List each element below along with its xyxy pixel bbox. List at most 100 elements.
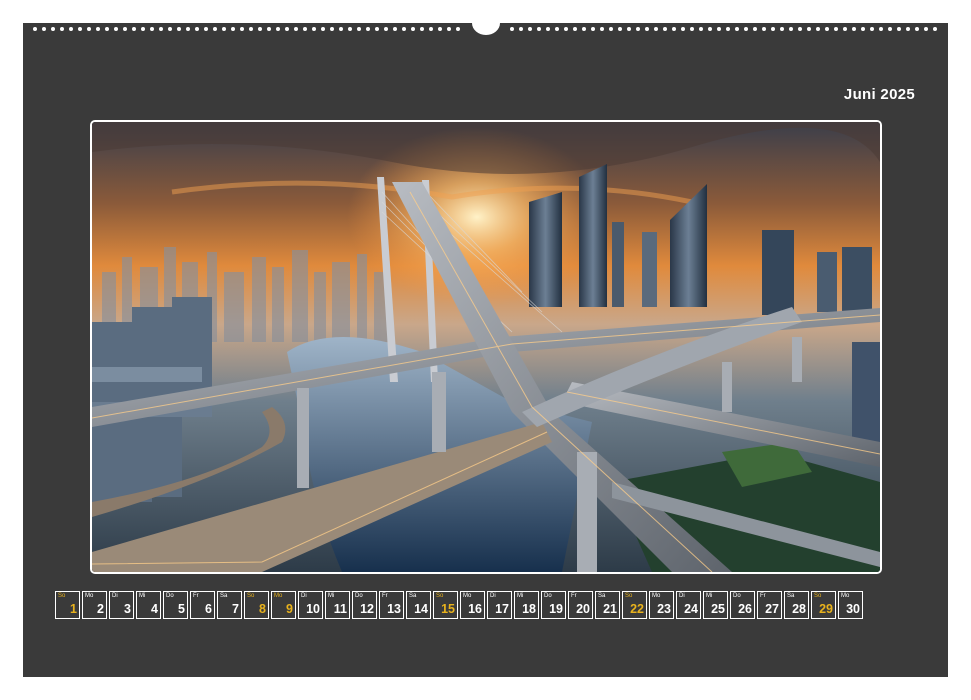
weekday-label: Di <box>679 593 685 599</box>
binding-hole <box>276 27 280 31</box>
day-cell: So 22 <box>622 591 647 619</box>
day-cell: Do 12 <box>352 591 377 619</box>
binding-hole <box>294 27 298 31</box>
binding-hole <box>177 27 181 31</box>
binding-hole <box>519 27 523 31</box>
day-cell: Do 26 <box>730 591 755 619</box>
weekday-label: Di <box>490 593 496 599</box>
binding-hole <box>753 27 757 31</box>
binding-hole <box>240 27 244 31</box>
binding-hole <box>546 27 550 31</box>
day-number: 30 <box>846 602 860 616</box>
day-cell: Fr 27 <box>757 591 782 619</box>
calendar-page: Juni 2025 So 1 Mo 2 Di 3 Mi 4 Do 5 Fr 6 … <box>23 11 948 677</box>
day-number: 23 <box>657 602 671 616</box>
binding-hole <box>564 27 568 31</box>
binding-hole <box>879 27 883 31</box>
day-number: 15 <box>441 602 455 616</box>
binding-hole <box>438 27 442 31</box>
day-cell: So 8 <box>244 591 269 619</box>
day-number: 20 <box>576 602 590 616</box>
binding-hole <box>402 27 406 31</box>
weekday-label: Mi <box>328 593 335 599</box>
day-number: 17 <box>495 602 509 616</box>
binding-hole <box>60 27 64 31</box>
binding-hole <box>393 27 397 31</box>
day-number: 7 <box>232 602 239 616</box>
weekday-label: Mi <box>706 593 713 599</box>
binding-hole <box>339 27 343 31</box>
binding-hole <box>924 27 928 31</box>
binding-hole <box>51 27 55 31</box>
binding-hole <box>591 27 595 31</box>
binding-hole <box>204 27 208 31</box>
binding-hole <box>213 27 217 31</box>
binding-hole <box>222 27 226 31</box>
city-photo <box>90 120 882 574</box>
binding-hole <box>726 27 730 31</box>
day-number: 5 <box>178 602 185 616</box>
day-number: 11 <box>333 602 347 616</box>
binding-hole <box>69 27 73 31</box>
binding-hole <box>159 27 163 31</box>
day-cell: Di 3 <box>109 591 134 619</box>
day-cell: So 29 <box>811 591 836 619</box>
day-cell: Fr 13 <box>379 591 404 619</box>
weekday-label: Mo <box>274 593 283 599</box>
day-cell: Mo 2 <box>82 591 107 619</box>
binding-hole <box>717 27 721 31</box>
day-cell: Sa 14 <box>406 591 431 619</box>
weekday-label: Do <box>166 593 174 599</box>
day-number: 14 <box>414 602 428 616</box>
weekday-label: So <box>436 593 444 599</box>
binding-hole <box>357 27 361 31</box>
binding-hole <box>456 27 460 31</box>
weekday-label: Do <box>733 593 741 599</box>
binding-hole <box>285 27 289 31</box>
highway-illustration <box>92 122 880 572</box>
weekday-label: Di <box>301 593 307 599</box>
day-strip: So 1 Mo 2 Di 3 Mi 4 Do 5 Fr 6 Sa 7 So 8 Mo 9 Di 10 Mi 11 Do 12 F… <box>55 591 863 621</box>
binding-hole <box>789 27 793 31</box>
binding-hole <box>114 27 118 31</box>
binding-hole <box>150 27 154 31</box>
binding-hole <box>42 27 46 31</box>
binding-hole <box>618 27 622 31</box>
day-number: 8 <box>259 602 266 616</box>
binding-hole <box>897 27 901 31</box>
binding-hole <box>762 27 766 31</box>
binding-hole <box>420 27 424 31</box>
day-cell: Fr 20 <box>568 591 593 619</box>
binding-hole <box>87 27 91 31</box>
weekday-label: Di <box>112 593 118 599</box>
binding-hole <box>834 27 838 31</box>
binding-hole <box>627 27 631 31</box>
weekday-label: So <box>625 593 633 599</box>
weekday-label: Mi <box>139 593 146 599</box>
day-cell: Sa 28 <box>784 591 809 619</box>
binding-hole <box>186 27 190 31</box>
month-title: Juni 2025 <box>843 86 915 103</box>
binding-hole <box>258 27 262 31</box>
day-cell: Mi 18 <box>514 591 539 619</box>
day-number: 10 <box>306 602 320 616</box>
day-number: 12 <box>360 602 374 616</box>
day-number: 1 <box>70 602 77 616</box>
binding-hole <box>690 27 694 31</box>
hanger-hole <box>472 11 500 35</box>
day-cell: Di 17 <box>487 591 512 619</box>
day-number: 6 <box>205 602 212 616</box>
day-cell: Mi 4 <box>136 591 161 619</box>
binding-hole <box>906 27 910 31</box>
binding-hole <box>708 27 712 31</box>
binding-hole <box>825 27 829 31</box>
day-number: 9 <box>286 602 293 616</box>
weekday-label: Fr <box>571 593 577 599</box>
day-number: 13 <box>387 602 401 616</box>
binding-hole <box>510 27 514 31</box>
binding-hole <box>303 27 307 31</box>
day-cell: Mo 23 <box>649 591 674 619</box>
binding-hole <box>132 27 136 31</box>
binding-hole <box>609 27 613 31</box>
weekday-label: Mo <box>652 593 661 599</box>
